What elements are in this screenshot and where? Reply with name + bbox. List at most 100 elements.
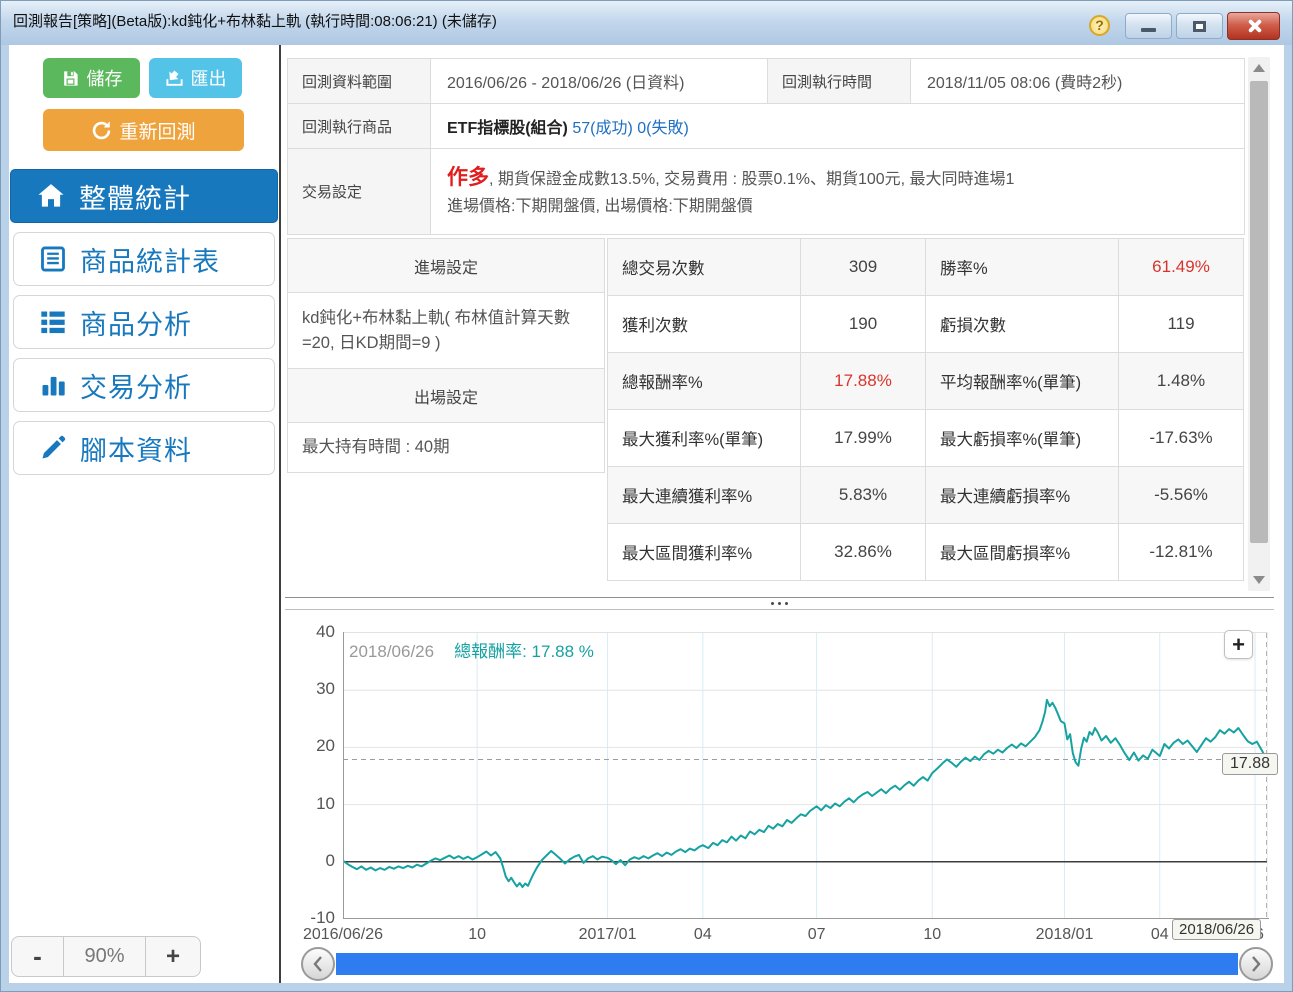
table-row: 回測執行商品 ETF指標股(組合) 57(成功) 0(失敗)	[288, 104, 1245, 149]
chart-panel: 2018/06/26 總報酬率: 17.88 % + 17.88 2018/06/…	[281, 610, 1284, 983]
maximize-icon	[1193, 21, 1206, 32]
trade-setting-value: 作多, 期貨保證金成數13.5%, 交易費用 : 股票0.1%、期貨100元, …	[431, 149, 1245, 235]
main-panel: 回測資料範圍 2016/06/26 - 2018/06/26 (日資料) 回測執…	[281, 45, 1284, 983]
stat-value: 17.88%	[801, 353, 926, 410]
help-button[interactable]: ?	[1089, 15, 1110, 36]
product-result-link[interactable]: 57(成功) 0(失敗)	[572, 120, 688, 137]
stats-row: 最大區間獲利率%32.86%最大區間虧損率%-12.81%	[608, 524, 1244, 581]
minimize-icon	[1141, 28, 1156, 32]
chart-zoom-in-button[interactable]: +	[1224, 630, 1253, 659]
stat-label: 獲利次數	[608, 296, 801, 353]
x-axis-label: 04	[1151, 926, 1169, 944]
stats-section: 進場設定 kd鈍化+布林黏上軌( 布林值計算天數=20, 日KD期間=9 ) 出…	[287, 238, 1244, 581]
y-axis-label: 40	[281, 622, 335, 642]
action-buttons: 儲存 匯出	[9, 45, 279, 98]
sidebar-item-label: 交易分析	[80, 366, 192, 405]
exit-settings-text: 最大持有時間 : 40期	[288, 423, 605, 473]
stat-label: 最大虧損率%(單筆)	[926, 410, 1119, 467]
scroll-right-button[interactable]	[1239, 947, 1273, 981]
horizontal-scrollbar	[301, 947, 1273, 981]
chart-header-date: 2018/06/26	[349, 642, 434, 661]
sidebar-item-product-stats-table[interactable]: 商品統計表	[13, 232, 275, 286]
stat-value: 190	[801, 296, 926, 353]
range-label: 回測資料範圍	[288, 59, 431, 104]
sidebar-item-label: 整體統計	[79, 177, 191, 216]
export-button[interactable]: 匯出	[149, 58, 242, 98]
product-label: 回測執行商品	[288, 104, 431, 149]
sidebar-item-label: 腳本資料	[80, 429, 192, 468]
bar-chart-icon	[39, 371, 67, 399]
stat-value: 17.99%	[801, 410, 926, 467]
stat-label: 最大連續虧損率%	[926, 467, 1119, 524]
trade-position: 作多	[447, 166, 489, 189]
save-button[interactable]: 儲存	[43, 58, 140, 98]
stats-row: 總交易次數309勝率%61.49%	[608, 239, 1244, 296]
stats-table: 總交易次數309勝率%61.49%獲利次數190虧損次數119總報酬率%17.8…	[607, 238, 1244, 581]
stat-label: 總交易次數	[608, 239, 801, 296]
stat-value: -12.81%	[1119, 524, 1244, 581]
rerun-backtest-button[interactable]: 重新回測	[43, 109, 244, 151]
x-axis-label: 2017/01	[579, 926, 637, 944]
title-bar: 回測報告[策略](Beta版):kd鈍化+布林黏上軌 (執行時間:08:06:2…	[1, 1, 1292, 45]
stat-label: 總報酬率%	[608, 353, 801, 410]
product-value: ETF指標股(組合) 57(成功) 0(失敗)	[431, 104, 1245, 149]
exec-time-label: 回測執行時間	[768, 59, 911, 104]
sidebar-item-script-data[interactable]: 腳本資料	[13, 421, 275, 475]
stat-value: -5.56%	[1119, 467, 1244, 524]
crosshair-date-label: 2018/06/26	[1172, 919, 1261, 940]
sidebar-nav: 整體統計 商品統計表 商品分析 交易分析 腳本資料	[9, 169, 279, 475]
scroll-left-button[interactable]	[301, 947, 335, 981]
exit-settings-header: 出場設定	[288, 369, 605, 423]
stat-value: 5.83%	[801, 467, 926, 524]
scroll-down-arrow-icon[interactable]	[1253, 576, 1265, 584]
zoom-level: 90%	[64, 937, 146, 976]
maximize-button[interactable]	[1176, 13, 1223, 39]
table-row: 回測資料範圍 2016/06/26 - 2018/06/26 (日資料) 回測執…	[288, 59, 1245, 104]
x-axis-label: 10	[923, 926, 941, 944]
zoom-control: - 90% +	[11, 936, 201, 977]
stats-row: 獲利次數190虧損次數119	[608, 296, 1244, 353]
close-icon	[1246, 18, 1262, 34]
stat-label: 最大區間虧損率%	[926, 524, 1119, 581]
y-axis-line	[343, 632, 344, 919]
scroll-up-arrow-icon[interactable]	[1253, 64, 1265, 72]
stat-label: 最大獲利率%(單筆)	[608, 410, 801, 467]
close-button[interactable]	[1227, 12, 1280, 40]
chart-header-value: 總報酬率: 17.88 %	[454, 642, 594, 661]
vertical-scrollbar[interactable]	[1248, 57, 1270, 591]
product-name: ETF指標股(組合)	[447, 120, 568, 137]
app-body: 儲存 匯出 重新回測 整體統計 商品統計表	[9, 45, 1284, 983]
trade-setting-label: 交易設定	[288, 149, 431, 235]
settings-table: 進場設定 kd鈍化+布林黏上軌( 布林值計算天數=20, 日KD期間=9 ) 出…	[287, 238, 605, 473]
horizontal-scrollbar-track[interactable]	[336, 953, 1238, 975]
vertical-scrollbar-thumb[interactable]	[1250, 81, 1268, 543]
x-axis-label: 2018/01	[1036, 926, 1094, 944]
stat-label: 平均報酬率%(單筆)	[926, 353, 1119, 410]
y-axis-label: 10	[281, 794, 335, 814]
x-axis-label: 10	[468, 926, 486, 944]
save-label: 儲存	[87, 65, 123, 91]
rerun-label: 重新回測	[119, 117, 195, 144]
x-axis-label: 07	[808, 926, 826, 944]
crosshair-value-label: 17.88	[1222, 753, 1278, 775]
export-icon	[165, 69, 184, 88]
stats-row: 最大連續獲利率%5.83%最大連續虧損率%-5.56%	[608, 467, 1244, 524]
panel-splitter[interactable]	[285, 597, 1274, 610]
y-axis-label: 30	[281, 679, 335, 699]
y-axis-label: 20	[281, 736, 335, 756]
refresh-icon	[91, 120, 112, 141]
zoom-out-button[interactable]: -	[12, 937, 64, 976]
range-value: 2016/06/26 - 2018/06/26 (日資料)	[431, 59, 768, 104]
sidebar-item-trade-analysis[interactable]: 交易分析	[13, 358, 275, 412]
zoom-in-button[interactable]: +	[146, 937, 200, 976]
window-title: 回測報告[策略](Beta版):kd鈍化+布林黏上軌 (執行時間:08:06:2…	[13, 1, 497, 43]
sidebar-item-overall-stats[interactable]: 整體統計	[10, 169, 278, 223]
pencil-icon	[39, 434, 67, 462]
sidebar-item-product-analysis[interactable]: 商品分析	[13, 295, 275, 349]
entry-settings-header: 進場設定	[288, 239, 605, 293]
minimize-button[interactable]	[1125, 13, 1172, 39]
table-row: 交易設定 作多, 期貨保證金成數13.5%, 交易費用 : 股票0.1%、期貨1…	[288, 149, 1245, 235]
save-icon	[61, 69, 80, 88]
stats-row: 總報酬率%17.88%平均報酬率%(單筆)1.48%	[608, 353, 1244, 410]
y-axis-label: 0	[281, 851, 335, 871]
